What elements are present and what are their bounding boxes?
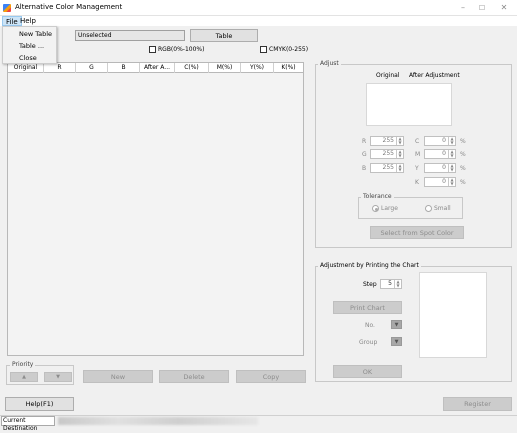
column-k[interactable]: K(%) (274, 63, 303, 73)
menu-help[interactable]: Help (17, 16, 39, 26)
original-header: Original (376, 72, 400, 79)
new-button[interactable]: New (83, 370, 153, 383)
small-radio-label: Small (434, 205, 451, 212)
column-m[interactable]: M(%) (209, 63, 241, 73)
r-label: R (362, 138, 367, 145)
m-spinner[interactable]: 0 ▲ ▼ (424, 149, 456, 159)
step-label: Step (363, 281, 377, 288)
column-original[interactable]: Original (8, 63, 44, 73)
select-spot-color-button[interactable]: Select from Spot Color (370, 226, 464, 239)
minimize-icon[interactable]: – (456, 2, 470, 14)
menu-item-new-table[interactable]: New Table (19, 30, 52, 38)
c-percent: % (460, 138, 466, 145)
y-label: Y (415, 165, 419, 172)
file-menu-dropdown: New Table Table ... Close (2, 26, 57, 64)
register-button[interactable]: Register (443, 397, 512, 411)
adjust-group-label: Adjust (318, 60, 341, 67)
spinner-arrows-icon[interactable]: ▲ ▼ (396, 164, 403, 172)
k-percent: % (460, 179, 466, 186)
spinner-arrows-icon[interactable]: ▲ ▼ (448, 137, 455, 145)
table-button[interactable]: Table (190, 29, 258, 42)
k-value: 0 (442, 178, 446, 185)
r-spinner[interactable]: 255 ▲ ▼ (370, 136, 404, 146)
column-after-adjustment[interactable]: After A... (140, 63, 175, 73)
column-c[interactable]: C(%) (175, 63, 209, 73)
c-label: C (415, 138, 420, 145)
k-spinner[interactable]: 0 ▲ ▼ (424, 177, 456, 187)
copy-button[interactable]: Copy (236, 370, 306, 383)
maximize-icon[interactable]: ☐ (475, 2, 489, 14)
g-spinner[interactable]: 255 ▲ ▼ (370, 149, 404, 159)
spinner-arrows-icon[interactable]: ▲ ▼ (394, 280, 401, 288)
chart-adjust-label: Adjustment by Printing the Chart (318, 262, 421, 269)
ok-button[interactable]: OK (333, 365, 402, 378)
y-spinner[interactable]: 0 ▲ ▼ (424, 163, 456, 173)
destination-value-redacted (58, 417, 258, 425)
column-r[interactable]: R (44, 63, 76, 73)
rgb-checkbox-label: RGB(0%-100%) (158, 46, 205, 53)
group-combo[interactable]: ▼ (391, 337, 402, 346)
y-value: 0 (442, 164, 446, 171)
m-percent: % (460, 151, 466, 158)
step-value: 5 (388, 280, 392, 287)
app-icon (3, 4, 11, 12)
chevron-down-icon: ▼ (394, 339, 399, 345)
after-adjustment-header: After Adjustment (409, 72, 460, 79)
print-chart-button[interactable]: Print Chart (333, 301, 402, 314)
m-label: M (415, 151, 421, 158)
no-combo[interactable]: ▼ (391, 320, 402, 329)
b-value: 255 (382, 164, 394, 171)
b-label: B (362, 165, 367, 172)
column-b[interactable]: B (108, 63, 140, 73)
g-label: G (362, 151, 367, 158)
c-value: 0 (442, 137, 446, 144)
color-table[interactable] (7, 62, 304, 356)
tolerance-label: Tolerance (361, 193, 394, 200)
cmyk-checkbox-label: CMYK(0-255) (269, 46, 309, 53)
chevron-down-icon: ▼ (394, 322, 399, 328)
k-label: K (415, 179, 419, 186)
spinner-arrows-icon[interactable]: ▲ ▼ (396, 150, 403, 158)
no-label: No. (365, 322, 375, 329)
cmyk-checkbox[interactable] (260, 46, 267, 53)
small-radio[interactable] (425, 205, 432, 212)
priority-label: Priority (10, 361, 36, 368)
chart-preview (419, 272, 487, 358)
column-y[interactable]: Y(%) (241, 63, 274, 73)
rgb-checkbox[interactable] (149, 46, 156, 53)
c-spinner[interactable]: 0 ▲ ▼ (424, 136, 456, 146)
step-spinner[interactable]: 5 ▲ ▼ (380, 279, 402, 289)
close-icon[interactable]: ✕ (497, 2, 511, 14)
selection-field: Unselected (75, 30, 185, 41)
priority-up-button[interactable]: ▲ (10, 372, 38, 382)
help-button[interactable]: Help(F1) (5, 397, 74, 411)
column-g[interactable]: G (76, 63, 108, 73)
menu-bar (0, 16, 517, 26)
color-preview (366, 83, 452, 126)
menu-item-table[interactable]: Table ... (19, 42, 44, 50)
menu-item-close[interactable]: Close (19, 54, 37, 62)
spinner-arrows-icon[interactable]: ▲ ▼ (448, 178, 455, 186)
window-title: Alternative Color Management (15, 3, 123, 11)
group-label: Group (359, 339, 378, 346)
large-radio[interactable] (372, 205, 379, 212)
y-percent: % (460, 165, 466, 172)
current-destination-label: Current Destination (1, 416, 55, 432)
spinner-arrows-icon[interactable]: ▲ ▼ (396, 137, 403, 145)
g-value: 255 (382, 150, 394, 157)
m-value: 0 (442, 150, 446, 157)
spinner-arrows-icon[interactable]: ▲ ▼ (448, 164, 455, 172)
spinner-arrows-icon[interactable]: ▲ ▼ (448, 150, 455, 158)
delete-button[interactable]: Delete (159, 370, 229, 383)
large-radio-label: Large (381, 205, 398, 212)
r-value: 255 (382, 137, 394, 144)
b-spinner[interactable]: 255 ▲ ▼ (370, 163, 404, 173)
priority-down-button[interactable]: ▼ (44, 372, 72, 382)
